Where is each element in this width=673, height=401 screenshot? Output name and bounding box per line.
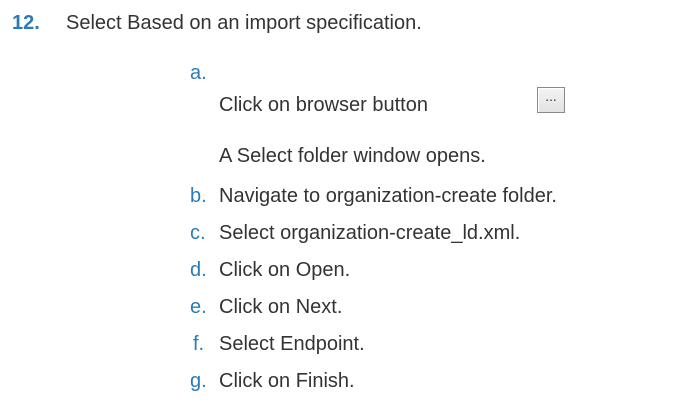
substep-letter-d: d. [190,259,207,281]
substep-text-d: Click on Open. [219,259,351,281]
substep-text-b: Navigate to organization-create folder. [219,185,557,207]
substep-letter-f: f. [193,333,205,355]
substep-letter-e: e. [190,296,207,318]
substep-letter-g: g. [190,370,207,392]
substep-note: A Select folder window opens. [219,145,486,167]
substep-text-a: Click on browser button [219,94,428,116]
substep-text-g: Click on Finish. [219,370,355,392]
substep-letter-c: c. [190,222,206,244]
ellipsis-icon: ... [545,90,557,104]
substep-text-c: Select organization-create_ld.xml. [219,222,521,244]
substep-text-e: Click on Next. [219,296,343,318]
browse-button: ... [537,87,565,113]
instruction-step: 12. Select Based on an import specificat… [0,0,673,401]
substep-text-f: Select Endpoint. [219,333,365,355]
step-number: 12. [12,12,40,34]
substep-letter-a: a. [190,62,207,84]
substep-letter-b: b. [190,185,207,207]
step-text: Select Based on an import specification. [66,12,422,34]
